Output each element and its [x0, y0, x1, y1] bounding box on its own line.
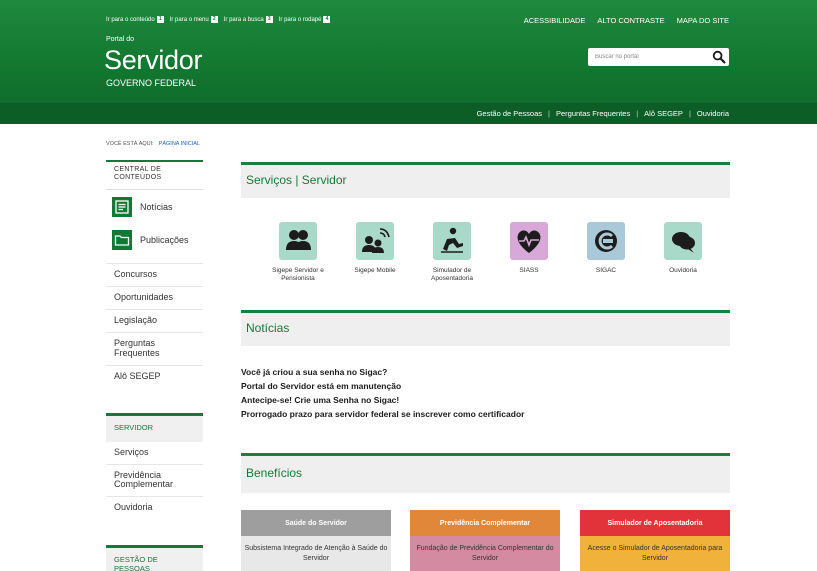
skip-to-search-link[interactable]: Ir para a busca 3 [224, 16, 273, 23]
service-label: SIGAC [595, 267, 617, 274]
access-key-badge: 4 [323, 16, 331, 23]
users-icon [279, 222, 317, 260]
benefits-section-header: Benefícios [241, 453, 730, 493]
sitemap-link[interactable]: MAPA DO SITE [677, 16, 729, 25]
sidebar-item-servicos[interactable]: Serviços [106, 442, 203, 465]
nav-item-perguntas-frequentes[interactable]: Perguntas Frequentes [556, 109, 630, 118]
sidebar-item-publicacoes[interactable]: Publicações [106, 223, 203, 256]
portal-government-label: GOVERNO FEDERAL [106, 78, 197, 88]
nav-item-alo-segep[interactable]: Alô SEGEP [644, 109, 683, 118]
accessibility-link[interactable]: ACESSIBILIDADE [524, 16, 586, 25]
card-body: Acesse o Simulador de Aposentadoria para… [580, 536, 730, 571]
service-label: SIASS [519, 267, 539, 274]
nav-item-ouvidoria[interactable]: Ouvidoria [697, 109, 729, 118]
sidebar-central-heading: CENTRAL DE CONTEÚDOS [106, 160, 203, 191]
service-sigepe-servidor[interactable]: Sigepe Servidor e Pensionista [262, 222, 334, 284]
breadcrumb-label: VOCÊ ESTÁ AQUI: [106, 141, 154, 147]
card-header: Simulador de Aposentadoria [580, 510, 730, 536]
sidebar-item-oportunidades[interactable]: Oportunidades [106, 287, 203, 310]
card-header: Saúde do Servidor [241, 510, 391, 536]
sidebar-item-legislacao[interactable]: Legislação [106, 310, 203, 333]
main-content: Serviços | Servidor Sigepe Servidor e Pe… [241, 162, 730, 571]
card-previdencia-complementar[interactable]: Previdência Complementar Fundação de Pre… [410, 510, 560, 571]
sidebar-item-label: Notícias [140, 201, 173, 212]
accessibility-links: Ir para o conteúdo 1 Ir para o menu 2 Ir… [106, 16, 331, 23]
service-sigepe-mobile[interactable]: Sigepe Mobile [339, 222, 411, 275]
main-nav-bar: Gestão de Pessoas | Perguntas Frequentes… [0, 103, 817, 124]
chat-bubbles-icon [664, 222, 702, 260]
search-icon[interactable] [712, 50, 726, 64]
service-label: Ouvidoria [669, 267, 697, 274]
section-title: Serviços | Servidor [246, 173, 347, 187]
service-simulador-aposentadoria[interactable]: Simulador de Aposentadoria [416, 222, 488, 284]
breadcrumb-home-link[interactable]: PÁGINA INICIAL [159, 141, 200, 147]
service-siass[interactable]: SIASS [493, 222, 565, 275]
news-list: Você já criou a sua senha no Sigac? Port… [241, 365, 524, 421]
access-key-badge: 2 [210, 16, 218, 23]
sidebar-servidor-heading: SERVIDOR [106, 413, 203, 442]
portal-title[interactable]: Servidor [104, 45, 202, 76]
card-body: Fundação de Previdência Complementar do … [410, 536, 560, 571]
search-box [588, 48, 729, 66]
sidebar-item-ouvidoria[interactable]: Ouvidoria [106, 497, 203, 519]
news-item[interactable]: Prorrogado prazo para servidor federal s… [241, 407, 524, 421]
access-key-badge: 1 [156, 16, 164, 23]
card-saude-do-servidor[interactable]: Saúde do Servidor Subsistema Integrado d… [241, 510, 391, 571]
sidebar-heading-label: SERVIDOR [114, 423, 154, 433]
breadcrumb: VOCÊ ESTÁ AQUI: PÁGINA INICIAL [106, 141, 200, 147]
sidebar-item-perguntas-frequentes[interactable]: Perguntas Frequentes [106, 333, 203, 366]
sidebar-item-previdencia-complementar[interactable]: Previdência Complementar [106, 465, 203, 498]
skip-to-footer-link[interactable]: Ir para o rodapé 4 [279, 16, 331, 23]
services-grid: Sigepe Servidor e Pensionista Sigepe Mob… [241, 222, 730, 302]
service-label: Sigepe Mobile [354, 267, 396, 274]
service-label: Sigepe Servidor e Pensionista [272, 267, 324, 283]
top-utility-links: ACESSIBILIDADE ALTO CONTRASTE MAPA DO SI… [524, 16, 729, 25]
service-label: Simulador de Aposentadoria [431, 267, 473, 283]
sidebar-gestao-heading: GESTÃO DE PESSOAS [106, 545, 203, 571]
nav-item-gestao-de-pessoas[interactable]: Gestão de Pessoas [477, 109, 542, 118]
sidebar-item-concursos[interactable]: Concursos [106, 264, 203, 287]
service-sigac[interactable]: SIGAC [570, 222, 642, 275]
sidebar-heading-label: GESTÃO DE PESSOAS [114, 555, 158, 571]
search-input[interactable] [588, 48, 706, 66]
card-simulador-aposentadoria[interactable]: Simulador de Aposentadoria Acesse o Simu… [580, 510, 730, 571]
sigac-icon [587, 222, 625, 260]
card-body: Subsistema Integrado de Atenção à Saúde … [241, 536, 391, 571]
mobile-users-icon [356, 222, 394, 260]
high-contrast-link[interactable]: ALTO CONTRASTE [597, 16, 664, 25]
sidebar: CENTRAL DE CONTEÚDOS Notícias Publicaçõe… [106, 160, 203, 571]
sidebar-item-noticias[interactable]: Notícias [106, 190, 203, 223]
section-title: Notícias [246, 321, 290, 335]
sidebar-item-label: Publicações [140, 234, 189, 245]
news-section-header: Notícias [241, 310, 730, 346]
folder-icon [112, 229, 132, 250]
heart-pulse-icon [510, 222, 548, 260]
services-section-header: Serviços | Servidor [241, 162, 730, 198]
card-header: Previdência Complementar [410, 510, 560, 536]
retirement-icon [433, 222, 471, 260]
sidebar-heading-label: CENTRAL DE CONTEÚDOS [114, 166, 162, 182]
nav-divider: | [548, 109, 550, 118]
news-item[interactable]: Portal do Servidor está em manutenção [241, 379, 524, 393]
service-ouvidoria[interactable]: Ouvidoria [647, 222, 719, 275]
portal-subtitle: Portal do [106, 36, 135, 43]
nav-divider: | [688, 109, 691, 118]
access-key-badge: 3 [265, 16, 273, 23]
sidebar-item-alo-segep[interactable]: Alô SEGEP [106, 366, 203, 388]
nav-divider: | [636, 109, 639, 118]
news-item[interactable]: Antecipe-se! Crie uma Senha no Sigac! [241, 393, 524, 407]
news-icon [112, 196, 132, 217]
section-title: Benefícios [246, 466, 303, 480]
site-header: Ir para o conteúdo 1 Ir para o menu 2 Ir… [0, 0, 817, 103]
skip-to-content-link[interactable]: Ir para o conteúdo 1 [106, 16, 164, 23]
divider [106, 256, 203, 265]
main-nav-links: Gestão de Pessoas | Perguntas Frequentes… [477, 109, 729, 118]
news-item[interactable]: Você já criou a sua senha no Sigac? [241, 365, 524, 379]
skip-to-menu-link[interactable]: Ir para o menu 2 [170, 16, 218, 23]
